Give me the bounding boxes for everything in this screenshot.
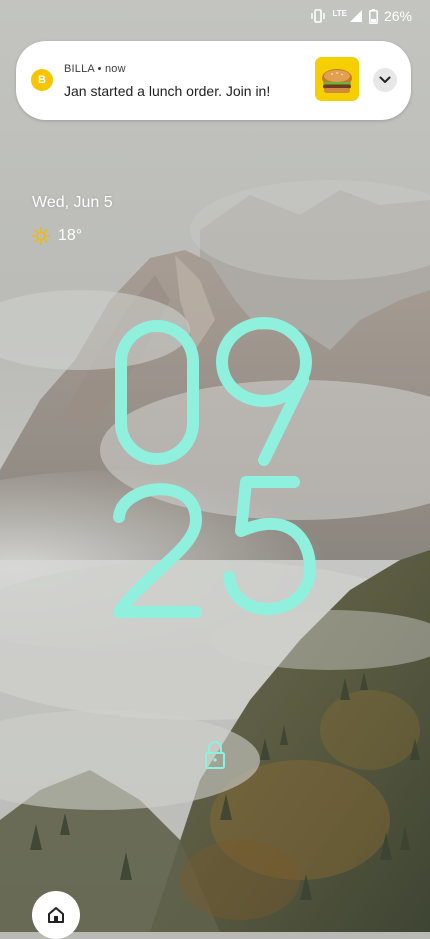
battery-level: 26% xyxy=(383,8,412,24)
weather-widget[interactable]: 18° xyxy=(32,226,82,246)
network-type-label: LTE xyxy=(332,8,347,18)
vibrate-icon xyxy=(311,9,326,23)
lock-icon[interactable] xyxy=(203,740,227,770)
expand-button[interactable] xyxy=(373,68,397,92)
separator-dot: • xyxy=(97,63,105,75)
battery-icon xyxy=(369,8,378,24)
signal-icon xyxy=(349,10,362,22)
home-icon xyxy=(48,907,64,923)
app-name: BILLA xyxy=(64,63,95,75)
status-bar: LTE 26% xyxy=(310,6,412,26)
notification-message: Jan started a lunch order. Join in! xyxy=(64,83,271,99)
notification-header: BILLA • now xyxy=(64,63,126,75)
notification-time: now xyxy=(104,63,126,75)
notification-card[interactable]: B BILLA • now Jan started a lunch order.… xyxy=(16,41,411,120)
app-badge: B xyxy=(31,69,53,91)
lockscreen-date[interactable]: Wed, Jun 5 xyxy=(32,194,113,212)
wallpaper xyxy=(0,0,430,932)
temperature: 18° xyxy=(58,227,83,244)
chevron-down-icon xyxy=(379,76,391,83)
burger-image xyxy=(315,57,359,101)
sun-icon xyxy=(32,227,50,245)
